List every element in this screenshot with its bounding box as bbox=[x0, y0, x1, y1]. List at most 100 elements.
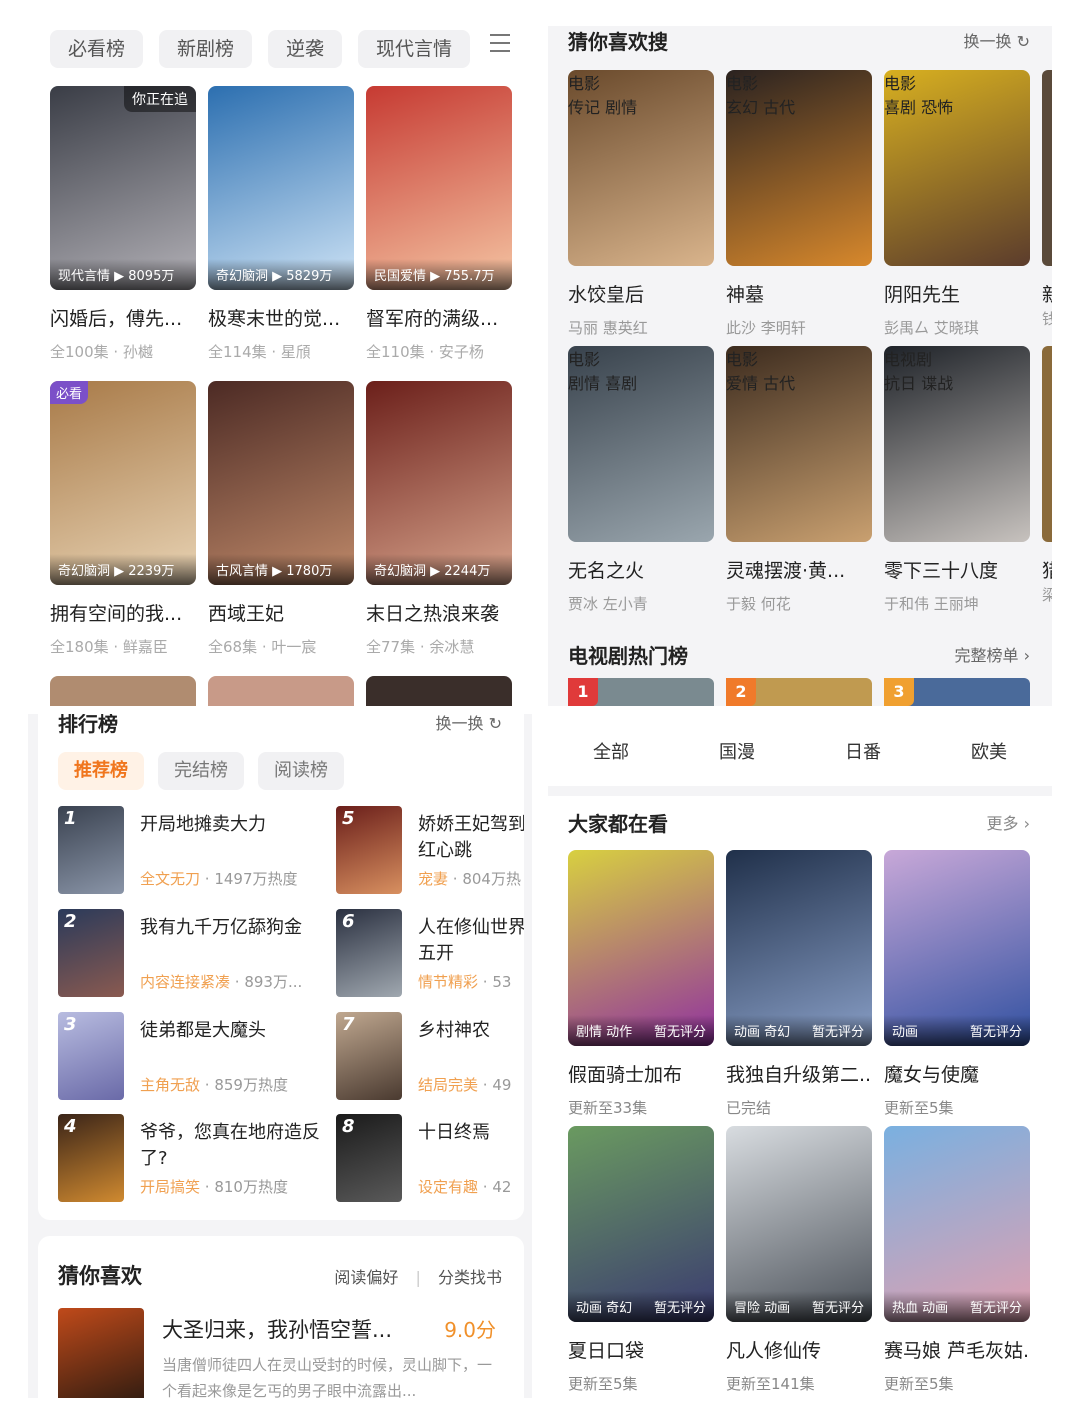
movie-card[interactable]: 电影 剧情 喜剧 无名之火 贾冰 左小青 bbox=[568, 346, 714, 614]
anime-card[interactable]: 热血 动画 暂无评分 赛马娘 芦毛灰姑... 更新至5集 bbox=[884, 1126, 1030, 1394]
rank-item[interactable]: 6 人在修仙世界，都能五五开 情节精彩 · 53 bbox=[336, 909, 524, 999]
book-cover[interactable] bbox=[58, 1308, 144, 1398]
category-search-link[interactable]: 分类找书 bbox=[438, 1268, 502, 1287]
rating: 暂无评分 bbox=[969, 1301, 1022, 1316]
rank-item[interactable]: 7 乡村神农 结局完美 · 49 bbox=[336, 1012, 524, 1102]
rank-number: 6 bbox=[342, 911, 355, 932]
novel-ranking-panel: 排行榜 换一换 ↻ 推荐榜 完结榜 阅读榜 1 开局地摊卖大力 全文无刀 · 1… bbox=[28, 714, 532, 1398]
drama-meta: 全100集 · 孙樾 bbox=[50, 343, 153, 361]
anime-card[interactable]: 剧情 动作 暂无评分 假面骑士加布 更新至33集 bbox=[568, 850, 714, 1118]
drama-poster: 奇幻脑洞 ▶ 2244万 bbox=[366, 381, 512, 585]
rank-item[interactable]: 2 我有九千万亿舔狗金 内容连接紧凑 · 893万... bbox=[58, 909, 328, 999]
rank-item[interactable]: 1 开局地摊卖大力 全文无刀 · 1497万热度 bbox=[58, 806, 328, 896]
genre-tags: 爱情 古代 bbox=[726, 374, 796, 393]
anime-title: 假面骑士加布 bbox=[568, 1064, 683, 1086]
tab-all[interactable]: 全部 bbox=[593, 738, 629, 764]
anime-card[interactable]: 动画 奇幻 暂无评分 夏日口袋 更新至5集 bbox=[568, 1126, 714, 1394]
more-link[interactable]: 更多 › bbox=[987, 810, 1031, 834]
book-meta: 内容连接紧凑 · 893万... bbox=[140, 971, 302, 992]
book-tag: 设定有趣 bbox=[418, 1178, 479, 1196]
tab-recommend[interactable]: 推荐榜 bbox=[58, 752, 144, 790]
anime-poster: 动画 暂无评分 bbox=[884, 850, 1030, 1046]
drama-card[interactable]: 奇幻脑洞 ▶ 2244万 末日之热浪来袭 全77集 · 余冰慧 bbox=[366, 381, 512, 657]
book-cover: 4 bbox=[58, 1114, 124, 1202]
tab-modern-romance[interactable]: 现代言情 bbox=[358, 30, 471, 68]
anime-poster: 剧情 动作 暂无评分 bbox=[568, 850, 714, 1046]
movie-card[interactable]: 电影 喜剧 恐怖 阴阳先生 彭禺厶 艾晓琪 bbox=[884, 70, 1030, 338]
anime-card[interactable]: 动画 奇幻 暂无评分 我独自升级第二... 已完结 bbox=[726, 850, 872, 1118]
full-list-link[interactable]: 完整榜单 › bbox=[955, 642, 1031, 666]
refresh-button[interactable]: 换一换 ↻ bbox=[963, 28, 1030, 52]
rank-number: 3 bbox=[64, 1014, 77, 1035]
movie-cast: 于毅 何花 bbox=[726, 595, 791, 613]
drama-card[interactable]: 古风言情 ▶ 1780万 西域王妃 全68集 · 叶一宸 bbox=[208, 381, 354, 657]
tv-hot-title: 电视剧热门榜 bbox=[568, 644, 688, 668]
tab-reading[interactable]: 阅读榜 bbox=[258, 752, 344, 790]
movie-card[interactable]: 电影 玄幻 古代 神墓 此沙 李明轩 bbox=[726, 70, 872, 338]
drama-title: 西域王妃 bbox=[208, 603, 285, 625]
rank-item[interactable]: 5 娇娇王妃驾到，王爷脸红心跳 宠妻 · 804万热 bbox=[336, 806, 524, 896]
anime-category-tabs: 全部 国漫 日番 欧美 bbox=[548, 738, 1052, 764]
tv-rank-card[interactable]: 2 bbox=[726, 678, 872, 706]
menu-icon[interactable] bbox=[490, 34, 510, 52]
movie-card[interactable]: 电影 爱情 古代 灵魂摆渡·黄... 于毅 何花 bbox=[726, 346, 872, 614]
next-row-preview[interactable] bbox=[50, 676, 196, 706]
book-meta: 宠妻 · 804万热 bbox=[418, 868, 521, 889]
drama-row-1: 你正在追 现代言情 ▶ 8095万 闪婚后，傅先... 全100集 · 孙樾 奇… bbox=[50, 86, 512, 362]
movie-card[interactable]: 电视剧 抗日 谍战 零下三十八度 于和伟 王丽坤 bbox=[884, 346, 1030, 614]
movie-cast: 马丽 惠英红 bbox=[568, 319, 648, 337]
edge-sub: 梁 bbox=[1042, 586, 1052, 604]
rank-item[interactable]: 8 十日终焉 设定有趣 · 42 bbox=[336, 1114, 524, 1204]
movie-card-edge[interactable] bbox=[1042, 346, 1052, 542]
rank-number: 8 bbox=[342, 1116, 355, 1137]
refresh-label: 换一换 bbox=[963, 32, 1012, 51]
genre-tags: 剧情 动作 bbox=[576, 1025, 633, 1040]
book-meta: 全文无刀 · 1497万热度 bbox=[140, 868, 298, 889]
next-row-preview[interactable] bbox=[208, 676, 354, 706]
tab-comeback[interactable]: 逆袭 bbox=[268, 30, 343, 68]
category-tabs: 必看榜 新剧榜 逆袭 现代言情 bbox=[50, 30, 471, 68]
drama-card[interactable]: 民国爱情 ▶ 755.7万 督军府的满级... 全110集 · 安子杨 bbox=[366, 86, 512, 362]
drama-card[interactable]: 你正在追 现代言情 ▶ 8095万 闪婚后，傅先... 全100集 · 孙樾 bbox=[50, 86, 196, 362]
rank-item[interactable]: 3 徒弟都是大魔头 主角无敌 · 859万热度 bbox=[58, 1012, 328, 1102]
chevron-right-icon: › bbox=[1018, 814, 1030, 833]
next-row-preview[interactable] bbox=[366, 676, 512, 706]
tab-japanese-anime[interactable]: 日番 bbox=[845, 738, 881, 764]
poster-info: 古风言情 ▶ 1780万 bbox=[208, 554, 354, 585]
rating: 暂无评分 bbox=[811, 1301, 864, 1316]
tab-new-drama[interactable]: 新剧榜 bbox=[159, 30, 253, 68]
movie-row-2: 电影 剧情 喜剧 无名之火 贾冰 左小青 电影 爱情 古代 灵魂摆渡·黄... … bbox=[568, 346, 1030, 614]
anime-card[interactable]: 动画 暂无评分 魔女与使魔 更新至5集 bbox=[884, 850, 1030, 1118]
book-cover: 5 bbox=[336, 806, 402, 894]
rank-item[interactable]: 4 爷爷，您真在地府造反了? 开局搞笑 · 810万热度 bbox=[58, 1114, 328, 1204]
book-score: 9.0分 bbox=[444, 1318, 496, 1342]
type-badge: 电影 bbox=[568, 350, 601, 369]
tv-rank-card[interactable]: 1 bbox=[568, 678, 714, 706]
tab-western[interactable]: 欧美 bbox=[971, 738, 1007, 764]
movie-title: 水饺皇后 bbox=[568, 284, 645, 306]
anime-poster: 热血 动画 暂无评分 bbox=[884, 1126, 1030, 1322]
book-cover: 1 bbox=[58, 806, 124, 894]
drama-card[interactable]: 奇幻脑洞 ▶ 5829万 极寒末世的觉... 全114集 · 星頎 bbox=[208, 86, 354, 362]
movie-card-edge[interactable] bbox=[1042, 70, 1052, 266]
rank-number: 5 bbox=[342, 808, 355, 829]
book-title: 乡村神农 bbox=[418, 1020, 490, 1041]
drama-title: 末日之热浪来袭 bbox=[366, 603, 500, 625]
tab-must-watch[interactable]: 必看榜 bbox=[50, 30, 144, 68]
tv-rank-card[interactable]: 3 bbox=[884, 678, 1030, 706]
book-heat: · 53 bbox=[482, 973, 512, 991]
tab-chinese-animation[interactable]: 国漫 bbox=[719, 738, 755, 764]
poster-info: 剧情 动作 暂无评分 bbox=[568, 1015, 714, 1046]
reading-preference-link[interactable]: 阅读偏好 bbox=[334, 1268, 398, 1287]
anime-poster: 动画 奇幻 暂无评分 bbox=[568, 1126, 714, 1322]
refresh-button[interactable]: 换一换 ↻ bbox=[435, 714, 502, 734]
rank-number: 1 bbox=[568, 678, 598, 706]
divider: | bbox=[415, 1268, 421, 1287]
book-title[interactable]: 大圣归来，我孙悟空誓... bbox=[162, 1314, 392, 1344]
movie-card[interactable]: 电影 传记 剧情 水饺皇后 马丽 惠英红 bbox=[568, 70, 714, 338]
movie-cast: 此沙 李明轩 bbox=[726, 319, 806, 337]
rating: 暂无评分 bbox=[653, 1025, 706, 1040]
anime-card[interactable]: 冒险 动画 暂无评分 凡人修仙传 更新至141集 bbox=[726, 1126, 872, 1394]
tab-finished[interactable]: 完结榜 bbox=[158, 752, 244, 790]
drama-card[interactable]: 必看 奇幻脑洞 ▶ 2239万 拥有空间的我... 全180集 · 鲜嘉臣 bbox=[50, 381, 196, 657]
